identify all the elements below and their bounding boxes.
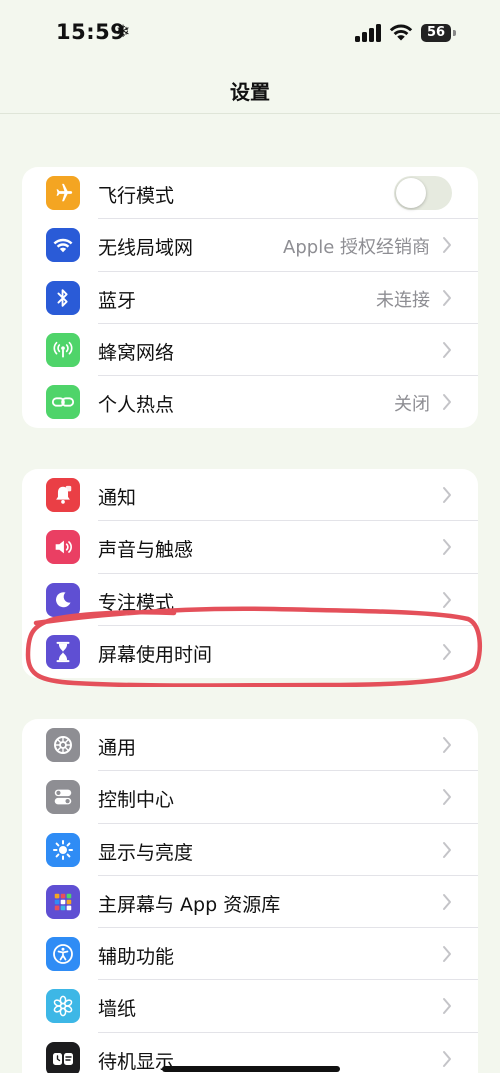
settings-row-label: 通用 <box>98 737 137 759</box>
sun-icon <box>46 832 80 867</box>
settings-row-general[interactable]: 通用 <box>22 719 478 772</box>
switches-icon <box>46 780 80 815</box>
settings-row-display[interactable]: 显示与亮度 <box>22 824 478 876</box>
chevron-right-icon <box>443 737 451 753</box>
battery-icon: 56 <box>421 24 451 42</box>
settings-row-wifi[interactable]: 无线局域网 Apple 授权经销商 <box>22 219 478 272</box>
settings-row-label: 辅助功能 <box>98 946 175 969</box>
accessibility-icon <box>46 937 80 972</box>
nav-divider <box>0 113 500 114</box>
settings-row-bluetooth[interactable]: 蓝牙 未连接 <box>22 272 478 324</box>
chevron-right-icon <box>443 539 451 556</box>
general-group: 通用 控制中心 显示与亮度 主屏幕与 App 资源库 辅助功能 墙纸 待机显示 <box>22 719 478 1073</box>
chevron-right-icon <box>443 946 451 963</box>
battery-cap <box>453 30 456 36</box>
settings-row-sounds[interactable]: 声音与触感 <box>22 521 478 574</box>
chevron-right-icon <box>443 1050 451 1067</box>
speaker-icon <box>46 530 80 565</box>
settings-row-airplane-mode[interactable]: 飞行模式 <box>22 167 478 220</box>
wifi-icon <box>46 228 80 263</box>
bluetooth-icon <box>46 280 80 315</box>
chevron-right-icon <box>443 893 451 910</box>
settings-row-value: 关闭 <box>394 394 430 416</box>
home-grid-icon <box>46 884 80 919</box>
settings-row-label: 个人热点 <box>98 394 175 417</box>
navigation-bar: 设置 <box>0 64 500 114</box>
chevron-right-icon <box>443 237 451 254</box>
settings-row-label: 蜂窝网络 <box>98 341 175 364</box>
airplane-icon <box>46 176 80 210</box>
cellular-signal-icon <box>355 24 381 42</box>
toggle-knob <box>396 178 426 208</box>
settings-row-hotspot[interactable]: 个人热点 关闭 <box>22 376 478 428</box>
settings-row-value: 未连接 <box>376 289 430 311</box>
settings-row-control-center[interactable]: 控制中心 <box>22 771 478 824</box>
chevron-right-icon <box>443 487 451 503</box>
settings-row-label: 主屏幕与 App 资源库 <box>98 893 281 916</box>
settings-row-label: 墙纸 <box>98 998 137 1021</box>
highlight-annotation <box>25 606 483 687</box>
notification-bell-icon <box>46 478 80 512</box>
settings-row-label: 通知 <box>98 487 137 509</box>
settings-row-label: 无线局域网 <box>98 237 194 260</box>
settings-row-wallpaper[interactable]: 墙纸 <box>22 980 478 1033</box>
cellular-icon <box>46 332 80 367</box>
settings-row-label: 声音与触感 <box>98 539 194 562</box>
weather-snow-icon: ❄ <box>116 22 131 42</box>
chevron-right-icon <box>443 789 451 806</box>
chevron-right-icon <box>443 394 451 411</box>
standby-icon <box>46 1041 80 1073</box>
airplane-mode-toggle[interactable] <box>394 176 452 210</box>
settings-row-accessibility[interactable]: 辅助功能 <box>22 928 478 981</box>
wifi-status-icon <box>389 24 413 41</box>
page-title: 设置 <box>230 80 270 104</box>
settings-row-label: 控制中心 <box>98 789 175 812</box>
chevron-right-icon <box>443 841 451 858</box>
chevron-right-icon <box>443 998 451 1015</box>
status-bar: 15:59 ❄ 56 <box>0 0 500 64</box>
settings-row-label: 显示与亮度 <box>98 841 194 864</box>
gear-icon <box>46 728 80 762</box>
hotspot-icon <box>46 385 80 420</box>
settings-screen: 15:59 ❄ 56 设置 飞行模式 无线局域网 Apple 授权经销商 蓝牙 … <box>0 0 500 1073</box>
chevron-right-icon <box>443 289 451 306</box>
flower-icon <box>46 989 80 1024</box>
settings-row-value: Apple 授权经销商 <box>283 237 430 259</box>
settings-row-home-screen[interactable]: 主屏幕与 App 资源库 <box>22 876 478 929</box>
status-time: 15:59 <box>56 20 126 44</box>
connectivity-group: 飞行模式 无线局域网 Apple 授权经销商 蓝牙 未连接 蜂窝网络 个人热点 … <box>22 167 478 429</box>
settings-row-label: 飞行模式 <box>98 185 175 207</box>
home-indicator[interactable] <box>162 1066 340 1072</box>
settings-row-cellular[interactable]: 蜂窝网络 <box>22 324 478 377</box>
settings-row-label: 蓝牙 <box>98 289 137 312</box>
chevron-right-icon <box>443 341 451 358</box>
settings-row-notifications[interactable]: 通知 <box>22 469 478 522</box>
